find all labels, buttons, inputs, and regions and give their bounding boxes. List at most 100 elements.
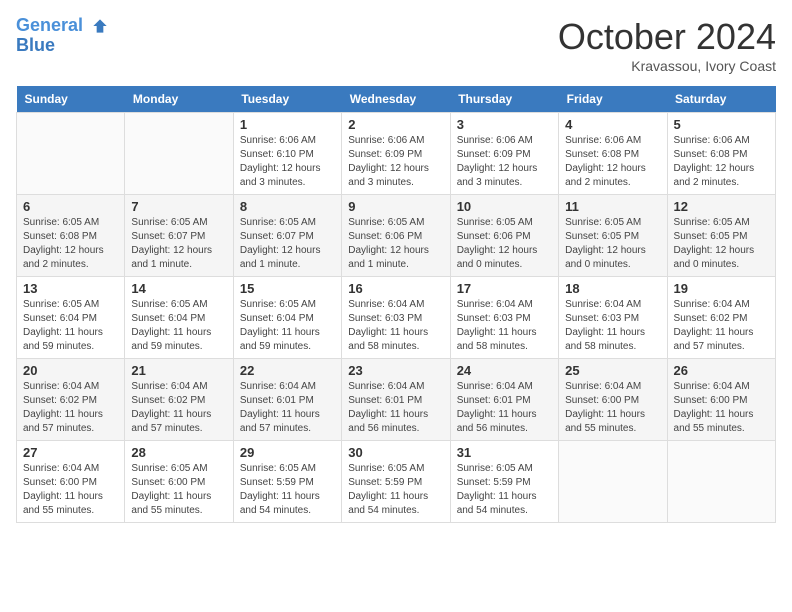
calendar-cell: 27 Sunrise: 6:04 AM Sunset: 6:00 PM Dayli… [17,441,125,523]
day-info: Sunrise: 6:05 AM Sunset: 6:00 PM Dayligh… [131,462,226,518]
day-info: Sunrise: 6:05 AM Sunset: 6:08 PM Dayligh… [23,216,118,272]
day-info: Sunrise: 6:04 AM Sunset: 6:01 PM Dayligh… [348,380,443,436]
day-info: Sunrise: 6:05 AM Sunset: 6:07 PM Dayligh… [131,216,226,272]
calendar-cell: 2 Sunrise: 6:06 AM Sunset: 6:09 PM Daylig… [342,113,450,195]
calendar-cell: 13 Sunrise: 6:05 AM Sunset: 6:04 PM Dayli… [17,277,125,359]
logo-blue: Blue [16,36,110,56]
title-area: October 2024 Kravassou, Ivory Coast [558,16,776,74]
calendar-cell: 10 Sunrise: 6:05 AM Sunset: 6:06 PM Dayli… [450,195,558,277]
day-number: 27 [23,445,118,460]
calendar-cell: 6Sunrise: 6:05 AM Sunset: 6:08 PM Daylig… [17,195,125,277]
day-number: 18 [565,281,660,296]
day-info: Sunrise: 6:04 AM Sunset: 6:03 PM Dayligh… [457,298,552,354]
day-info: Sunrise: 6:04 AM Sunset: 6:03 PM Dayligh… [348,298,443,354]
day-number: 8 [240,199,335,214]
day-info: Sunrise: 6:05 AM Sunset: 6:07 PM Dayligh… [240,216,335,272]
calendar-cell: 5 Sunrise: 6:06 AM Sunset: 6:08 PM Daylig… [667,113,775,195]
calendar-cell: 8 Sunrise: 6:05 AM Sunset: 6:07 PM Daylig… [233,195,341,277]
calendar-week: 1Sunrise: 6:06 AM Sunset: 6:10 PM Daylig… [17,113,776,195]
calendar-cell [125,113,233,195]
calendar-cell: 21Sunrise: 6:04 AM Sunset: 6:02 PM Dayli… [125,359,233,441]
calendar-body: 1Sunrise: 6:06 AM Sunset: 6:10 PM Daylig… [17,113,776,523]
day-number: 9 [348,199,443,214]
day-info: Sunrise: 6:06 AM Sunset: 6:09 PM Dayligh… [457,134,552,190]
calendar-cell [559,441,667,523]
calendar-header: SundayMondayTuesdayWednesdayThursdayFrid… [17,86,776,113]
calendar-cell: 19Sunrise: 6:04 AM Sunset: 6:02 PM Dayli… [667,277,775,359]
day-info: Sunrise: 6:05 AM Sunset: 6:04 PM Dayligh… [240,298,335,354]
day-info: Sunrise: 6:04 AM Sunset: 6:00 PM Dayligh… [23,462,118,518]
day-number: 2 [348,117,443,132]
day-number: 15 [240,281,335,296]
calendar-cell: 24 Sunrise: 6:04 AM Sunset: 6:01 PM Dayli… [450,359,558,441]
day-info: Sunrise: 6:05 AM Sunset: 6:04 PM Dayligh… [131,298,226,354]
location: Kravassou, Ivory Coast [558,58,776,74]
calendar-cell: 1Sunrise: 6:06 AM Sunset: 6:10 PM Daylig… [233,113,341,195]
calendar-cell: 14 Sunrise: 6:05 AM Sunset: 6:04 PM Dayli… [125,277,233,359]
calendar-week: 6Sunrise: 6:05 AM Sunset: 6:08 PM Daylig… [17,195,776,277]
day-number: 25 [565,363,660,378]
day-info: Sunrise: 6:05 AM Sunset: 6:04 PM Dayligh… [23,298,118,354]
day-info: Sunrise: 6:04 AM Sunset: 6:03 PM Dayligh… [565,298,660,354]
day-number: 4 [565,117,660,132]
calendar-cell: 29Sunrise: 6:05 AM Sunset: 5:59 PM Dayli… [233,441,341,523]
weekday-header: Friday [559,86,667,113]
calendar-cell: 11 Sunrise: 6:05 AM Sunset: 6:05 PM Dayli… [559,195,667,277]
day-info: Sunrise: 6:05 AM Sunset: 5:59 PM Dayligh… [457,462,552,518]
day-info: Sunrise: 6:04 AM Sunset: 6:00 PM Dayligh… [565,380,660,436]
calendar-cell: 12 Sunrise: 6:05 AM Sunset: 6:05 PM Dayli… [667,195,775,277]
day-info: Sunrise: 6:06 AM Sunset: 6:08 PM Dayligh… [565,134,660,190]
day-info: Sunrise: 6:04 AM Sunset: 6:02 PM Dayligh… [131,380,226,436]
day-info: Sunrise: 6:05 AM Sunset: 6:05 PM Dayligh… [674,216,769,272]
day-info: Sunrise: 6:04 AM Sunset: 6:01 PM Dayligh… [457,380,552,436]
day-number: 26 [674,363,769,378]
day-number: 14 [131,281,226,296]
calendar-cell: 4 Sunrise: 6:06 AM Sunset: 6:08 PM Daylig… [559,113,667,195]
day-number: 24 [457,363,552,378]
calendar-week: 13 Sunrise: 6:05 AM Sunset: 6:04 PM Dayli… [17,277,776,359]
day-info: Sunrise: 6:05 AM Sunset: 6:05 PM Dayligh… [565,216,660,272]
day-number: 30 [348,445,443,460]
page-header: General Blue October 2024 Kravassou, Ivo… [16,16,776,74]
day-number: 13 [23,281,118,296]
weekday-header: Thursday [450,86,558,113]
calendar-cell: 28Sunrise: 6:05 AM Sunset: 6:00 PM Dayli… [125,441,233,523]
day-number: 7 [131,199,226,214]
day-info: Sunrise: 6:04 AM Sunset: 6:00 PM Dayligh… [674,380,769,436]
day-number: 12 [674,199,769,214]
day-info: Sunrise: 6:05 AM Sunset: 5:59 PM Dayligh… [240,462,335,518]
day-info: Sunrise: 6:06 AM Sunset: 6:08 PM Dayligh… [674,134,769,190]
calendar-cell: 3 Sunrise: 6:06 AM Sunset: 6:09 PM Daylig… [450,113,558,195]
calendar-cell: 26 Sunrise: 6:04 AM Sunset: 6:00 PM Dayli… [667,359,775,441]
day-number: 10 [457,199,552,214]
day-info: Sunrise: 6:05 AM Sunset: 5:59 PM Dayligh… [348,462,443,518]
weekday-header: Wednesday [342,86,450,113]
calendar-cell: 17 Sunrise: 6:04 AM Sunset: 6:03 PM Dayli… [450,277,558,359]
day-number: 11 [565,199,660,214]
calendar-table: SundayMondayTuesdayWednesdayThursdayFrid… [16,86,776,523]
weekday-header: Sunday [17,86,125,113]
day-info: Sunrise: 6:05 AM Sunset: 6:06 PM Dayligh… [348,216,443,272]
day-number: 5 [674,117,769,132]
logo-text: General [16,16,110,36]
calendar-cell: 7 Sunrise: 6:05 AM Sunset: 6:07 PM Daylig… [125,195,233,277]
calendar-cell: 15 Sunrise: 6:05 AM Sunset: 6:04 PM Dayli… [233,277,341,359]
calendar-cell: 30 Sunrise: 6:05 AM Sunset: 5:59 PM Dayli… [342,441,450,523]
day-number: 20 [23,363,118,378]
day-number: 1 [240,117,335,132]
weekday-header: Saturday [667,86,775,113]
calendar-cell [17,113,125,195]
day-info: Sunrise: 6:04 AM Sunset: 6:01 PM Dayligh… [240,380,335,436]
logo: General Blue [16,16,110,56]
calendar-cell: 9 Sunrise: 6:05 AM Sunset: 6:06 PM Daylig… [342,195,450,277]
calendar-cell [667,441,775,523]
day-number: 16 [348,281,443,296]
day-info: Sunrise: 6:06 AM Sunset: 6:09 PM Dayligh… [348,134,443,190]
day-number: 3 [457,117,552,132]
day-info: Sunrise: 6:05 AM Sunset: 6:06 PM Dayligh… [457,216,552,272]
day-number: 23 [348,363,443,378]
day-number: 17 [457,281,552,296]
calendar-cell: 23 Sunrise: 6:04 AM Sunset: 6:01 PM Dayli… [342,359,450,441]
calendar-cell: 31Sunrise: 6:05 AM Sunset: 5:59 PM Dayli… [450,441,558,523]
calendar-cell: 18 Sunrise: 6:04 AM Sunset: 6:03 PM Dayli… [559,277,667,359]
